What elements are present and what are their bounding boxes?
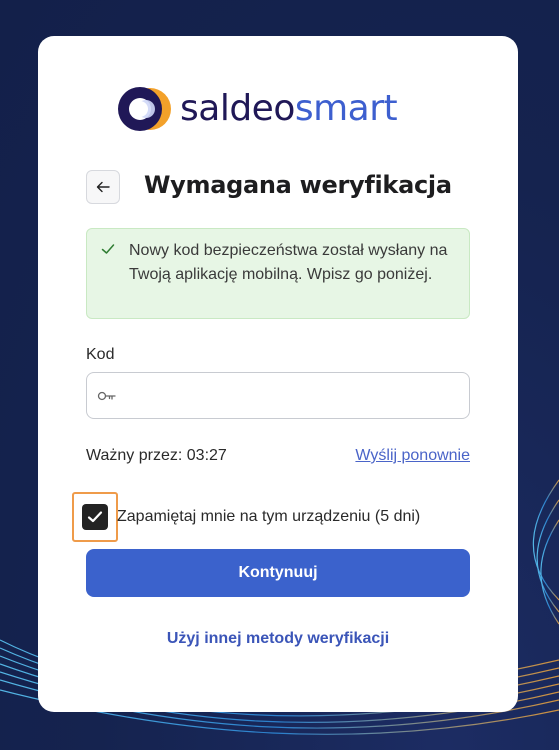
- alternative-method-link[interactable]: Użyj innej metody weryfikacji: [38, 630, 518, 648]
- checkmark-icon: [87, 511, 103, 523]
- brand-logo: saldeosmart: [116, 84, 398, 134]
- code-field[interactable]: [86, 372, 470, 419]
- arrow-left-icon: [96, 181, 110, 193]
- key-icon: [97, 391, 116, 401]
- success-alert: Nowy kod bezpieczeństwa został wysłany n…: [86, 228, 470, 319]
- resend-link[interactable]: Wyślij ponownie: [355, 447, 470, 465]
- code-label: Kod: [86, 346, 115, 363]
- remember-label[interactable]: Zapamiętaj mnie na tym urządzeniu (5 dni…: [117, 508, 420, 526]
- check-icon: [101, 244, 115, 254]
- back-button[interactable]: [86, 170, 120, 204]
- validity-timer: Ważny przez: 03:27: [86, 447, 227, 464]
- logo-text-smart: smart: [294, 88, 398, 129]
- remember-checkbox[interactable]: [82, 504, 108, 530]
- continue-button[interactable]: Kontynuuj: [86, 549, 470, 597]
- page-title: Wymagana weryfikacja: [144, 171, 452, 199]
- logo-text-saldeo: saldeo: [180, 88, 295, 129]
- code-input[interactable]: [123, 373, 463, 418]
- logo-wordmark: saldeosmart: [180, 88, 398, 129]
- alert-message: Nowy kod bezpieczeństwa został wysłany n…: [129, 242, 448, 283]
- verification-card: saldeosmart Wymagana weryfikacja Nowy ko…: [38, 36, 518, 712]
- saldeo-logo-icon: [116, 84, 172, 134]
